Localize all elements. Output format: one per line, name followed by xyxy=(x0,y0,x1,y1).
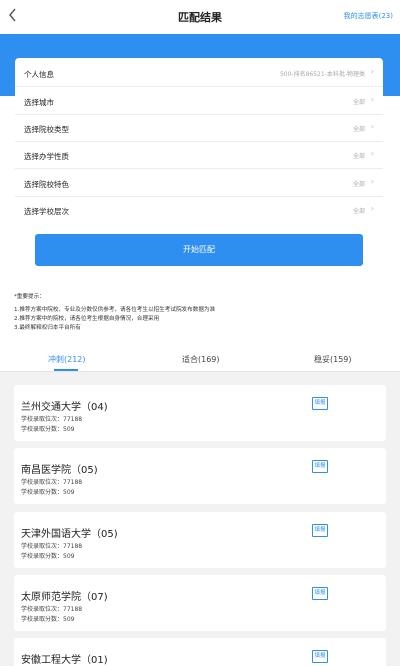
school-name: 太原师范学院（07) xyxy=(21,592,108,603)
row-label: 选择城市 xyxy=(24,98,54,107)
chevron-right-icon: › xyxy=(370,204,374,213)
row-label: 选择院校类型 xyxy=(24,125,69,134)
chevron-right-icon: › xyxy=(370,177,374,186)
row-label: 选择院校特色 xyxy=(24,180,69,189)
admission-score: 学校录取分数：509 xyxy=(21,616,75,623)
row-personal-info[interactable]: 个人信息 500-排名86521-本科批-物理类 › xyxy=(15,60,383,87)
notice-item: 3.最终解释权归本平台所有 xyxy=(14,325,81,331)
row-school-type[interactable]: 选择院校类型 全部 › xyxy=(15,115,383,142)
admission-score: 学校录取分数：509 xyxy=(21,553,75,560)
page-title: 匹配结果 xyxy=(178,11,222,24)
tab-safe[interactable]: 稳妥(159) xyxy=(314,354,352,365)
row-value: 全部 xyxy=(352,126,365,133)
chevron-right-icon: › xyxy=(370,122,374,131)
row-value: 全部 xyxy=(352,181,365,188)
list-item[interactable]: 南昌医学院（05) 学校录取位次：77188 学校录取分数：509 填报 xyxy=(14,448,386,504)
tab-reach[interactable]: 冲刺(212) xyxy=(48,354,86,365)
active-tab-indicator xyxy=(54,369,78,371)
notice-item: 1.推荐方案中院校、专业及分数仅供参考，请各位考生以招生考试院发布数据为准 xyxy=(14,307,216,313)
start-match-button[interactable]: 开始匹配 xyxy=(35,234,363,266)
row-label: 选择办学性质 xyxy=(24,152,69,161)
list-item[interactable]: 安徽工程大学（01) 填报 xyxy=(14,638,386,666)
list-item[interactable]: 太原师范学院（07) 学校录取位次：77188 学校录取分数：509 填报 xyxy=(14,575,386,631)
school-name: 南昌医学院（05) xyxy=(21,465,98,476)
admission-rank: 学校录取位次：77188 xyxy=(21,479,83,486)
chevron-right-icon: › xyxy=(370,149,374,158)
filter-card: 个人信息 500-排名86521-本科批-物理类 › 选择城市 全部 › 选择院… xyxy=(15,58,383,268)
apply-button[interactable]: 填报 xyxy=(312,460,328,473)
admission-score: 学校录取分数：509 xyxy=(21,426,75,433)
row-label: 个人信息 xyxy=(24,70,54,79)
admission-rank: 学校录取位次：77188 xyxy=(21,416,83,423)
school-name: 安徽工程大学（01) xyxy=(21,655,108,666)
school-list: 兰州交通大学（04) 学校录取位次：77188 学校录取分数：509 填报 南昌… xyxy=(0,372,400,666)
apply-button[interactable]: 填报 xyxy=(312,397,328,410)
school-name: 天津外国语大学（05) xyxy=(21,529,118,540)
notice-item: 2.推荐方案中的院校，请各位考生根据自身情况，合理采用 xyxy=(14,316,160,322)
row-label: 选择学校层次 xyxy=(24,207,69,216)
apply-button[interactable]: 填报 xyxy=(312,587,328,600)
row-value: 500-排名86521-本科批-物理类 xyxy=(279,71,365,78)
list-item[interactable]: 天津外国语大学（05) 学校录取位次：77188 学校录取分数：509 填报 xyxy=(14,512,386,568)
admission-score: 学校录取分数：509 xyxy=(21,489,75,496)
my-application-list-link[interactable]: 我的志愿表(23) xyxy=(344,11,393,21)
chevron-right-icon: › xyxy=(370,95,374,104)
tab-suitable[interactable]: 适合(169) xyxy=(182,354,220,365)
row-value: 全部 xyxy=(352,208,365,215)
row-school-nature[interactable]: 选择办学性质 全部 › xyxy=(15,142,383,169)
admission-rank: 学校录取位次：77188 xyxy=(21,543,83,550)
list-item[interactable]: 兰州交通大学（04) 学校录取位次：77188 学校录取分数：509 填报 xyxy=(14,385,386,441)
nav-bar: 匹配结果 我的志愿表(23) xyxy=(0,0,400,34)
notice-title: *重要提示： xyxy=(14,294,45,300)
notice-section: *重要提示： 1.推荐方案中院校、专业及分数仅供参考，请各位考生以招生考试院发布… xyxy=(14,293,394,333)
row-value: 全部 xyxy=(352,153,365,160)
row-value: 全部 xyxy=(352,99,365,106)
admission-rank: 学校录取位次：77188 xyxy=(21,606,83,613)
apply-button[interactable]: 填报 xyxy=(312,524,328,537)
apply-button[interactable]: 填报 xyxy=(312,650,328,663)
chevron-right-icon: › xyxy=(370,67,374,76)
row-school-level[interactable]: 选择学校层次 全部 › xyxy=(15,197,383,224)
school-name: 兰州交通大学（04) xyxy=(21,402,108,413)
row-city[interactable]: 选择城市 全部 › xyxy=(15,88,383,115)
row-school-feature[interactable]: 选择院校特色 全部 › xyxy=(15,170,383,197)
